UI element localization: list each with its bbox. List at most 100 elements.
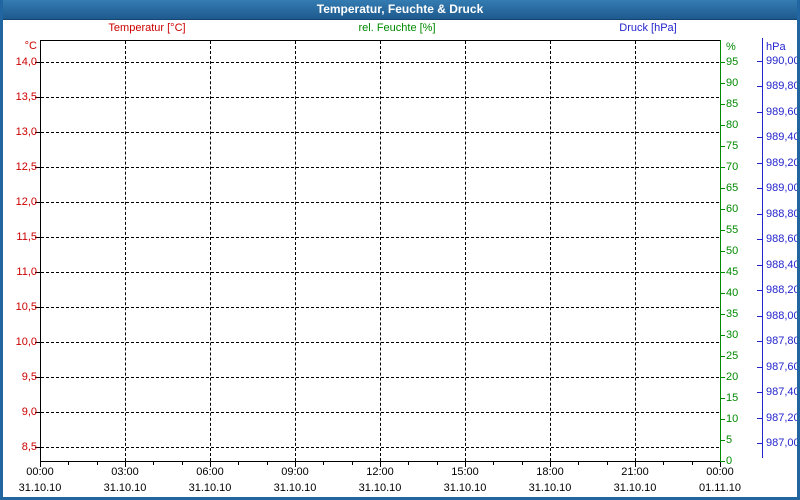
pressure-tick: [757, 61, 762, 62]
x-minor-tick: [437, 462, 438, 465]
x-date-label: 31.10.10: [103, 482, 147, 494]
temperature-tick-label: 11,0: [16, 266, 37, 278]
x-minor-tick: [153, 462, 154, 465]
humidity-tick: [721, 397, 725, 399]
temperature-tick-label: 10,5: [15, 301, 37, 313]
weather-chart-window: Temperatur, Feuchte & Druck Temperatur […: [0, 0, 800, 500]
pressure-tick-label: 987,20: [766, 412, 800, 424]
pressure-tick-label: 989,40: [766, 131, 800, 143]
humidity-tick-label: 50: [726, 244, 739, 257]
humidity-tick: [721, 124, 725, 126]
x-minor-tick: [352, 462, 353, 465]
humidity-tick: [721, 229, 725, 231]
humidity-tick-label: 25: [726, 349, 739, 362]
pressure-tick: [757, 86, 762, 87]
x-minor-tick: [408, 462, 409, 465]
window-title: Temperatur, Feuchte & Druck: [316, 2, 484, 16]
humidity-tick-label: 65: [726, 181, 739, 194]
pressure-tick-label: 988,80: [766, 208, 800, 220]
humidity-tick-label: 70: [726, 160, 739, 173]
x-time-label: 06:00: [196, 466, 224, 478]
humidity-tick: [721, 187, 725, 189]
x-time-label: 03:00: [111, 466, 139, 478]
x-date-label: 31.10.10: [443, 482, 487, 494]
humidity-tick: [721, 166, 725, 168]
pressure-tick-label: 988,20: [766, 284, 800, 296]
humidity-tick-label: 30: [726, 328, 739, 341]
humidity-tick-label: 90: [726, 76, 739, 89]
pressure-tick-label: 988,00: [766, 310, 800, 322]
x-date-label: 31.10.10: [18, 482, 62, 494]
pressure-tick: [757, 112, 762, 113]
pressure-tick: [757, 163, 762, 164]
temperature-tick-label: 13,0: [15, 126, 37, 138]
humidity-tick-label: 55: [726, 223, 739, 236]
x-date-label: 31.10.10: [613, 482, 657, 494]
x-date-label: 31.10.10: [188, 482, 232, 494]
pressure-tick: [757, 316, 762, 317]
humidity-tick: [721, 292, 725, 294]
pressure-tick-label: 987,40: [766, 386, 800, 398]
humidity-tick-label: 60: [726, 202, 739, 215]
x-date-label: 01.11.10: [698, 482, 741, 494]
pressure-tick: [757, 341, 762, 342]
temperature-tick-label: 12,0: [15, 196, 37, 208]
humidity-tick-label: 35: [726, 307, 739, 320]
humidity-tick: [721, 82, 725, 84]
humidity-tick-label: 10: [726, 412, 739, 425]
x-minor-tick: [182, 462, 183, 465]
humidity-tick-label: 5: [726, 433, 733, 446]
v-gridline: [125, 41, 126, 461]
pressure-tick: [757, 367, 762, 368]
humidity-tick: [721, 355, 725, 357]
x-date-label: 31.10.10: [358, 482, 402, 494]
pressure-tick: [757, 265, 762, 266]
humidity-tick: [721, 439, 725, 441]
x-minor-tick: [68, 462, 69, 465]
humidity-tick: [721, 271, 725, 273]
x-minor-tick: [493, 462, 494, 465]
v-gridline: [635, 41, 636, 461]
pressure-tick-label: 989,80: [766, 80, 800, 92]
chart-plot-area: 14,0 13,5 13,0 12,5 12,0 11,5 11,0 10,5 10,0 9,5 9…: [0, 0, 800, 500]
x-time-label: 12:00: [366, 466, 394, 478]
temperature-tick-label: 9,5: [21, 371, 37, 383]
pressure-tick: [757, 239, 762, 240]
x-minor-tick: [663, 462, 664, 465]
humidity-tick-label: 95: [726, 55, 739, 68]
pressure-tick: [757, 418, 762, 419]
humidity-tick: [721, 103, 725, 105]
humidity-tick: [721, 460, 725, 462]
x-minor-tick: [607, 462, 608, 465]
pressure-tick-label: 987,80: [766, 335, 800, 347]
v-gridline: [465, 41, 466, 461]
x-date-label: 31.10.10: [528, 482, 572, 494]
pressure-axis-line: [762, 38, 763, 458]
x-time-label: 00:00: [706, 466, 734, 478]
temperature-tick-label: 10,0: [15, 336, 37, 348]
pressure-tick-label: 989,60: [766, 106, 800, 118]
pressure-tick: [757, 188, 762, 189]
humidity-tick: [721, 376, 725, 378]
v-gridline: [295, 41, 296, 461]
x-time-label: 18:00: [536, 466, 564, 478]
pressure-tick-label: 987,60: [766, 361, 800, 373]
pressure-tick: [757, 392, 762, 393]
pressure-tick-label: 987,00: [766, 437, 800, 449]
humidity-tick-label: 85: [726, 97, 739, 110]
temperature-tick-label: 14,0: [15, 56, 37, 68]
humidity-tick-label: 45: [726, 265, 739, 278]
x-minor-tick: [238, 462, 239, 465]
x-minor-tick: [267, 462, 268, 465]
v-gridline: [550, 41, 551, 461]
pressure-tick-label: 988,60: [766, 233, 800, 245]
x-minor-tick: [97, 462, 98, 465]
x-minor-tick: [522, 462, 523, 465]
temperature-tick-label: 12,5: [15, 161, 37, 173]
pressure-tick-label: 988,40: [766, 259, 800, 271]
temperature-tick-label: 9,0: [21, 406, 37, 418]
humidity-tick: [721, 208, 725, 210]
humidity-tick-label: 20: [726, 370, 739, 383]
pressure-tick: [757, 137, 762, 138]
humidity-tick: [721, 313, 725, 315]
